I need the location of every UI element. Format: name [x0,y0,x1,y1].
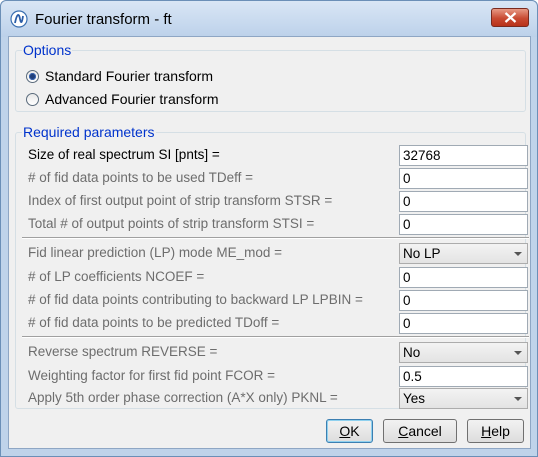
mnemonic-letter: O [339,423,351,439]
param-tdeff-field[interactable]: 0 [399,168,528,189]
param-label: Weighting factor for first fid point FCO… [28,368,275,383]
param-ncoef-field[interactable]: 0 [399,267,528,288]
options-group: Options Standard Fourier transform Advan… [15,42,526,112]
ok-button[interactable]: OK [326,419,373,443]
chevron-down-icon [514,397,522,401]
divider [22,336,529,338]
select-value: No [403,345,421,360]
topspin-app-icon [10,10,28,28]
radio-label: Advanced Fourier transform [45,91,219,107]
param-lpbin-field[interactable]: 0 [399,290,528,311]
options-legend: Options [22,42,73,58]
radio-standard-ft[interactable]: Standard Fourier transform [26,67,213,85]
radio-button[interactable] [26,92,39,106]
window-title: Fourier transform - ft [35,11,172,28]
dialog-window: Fourier transform - ft Options Standard … [0,0,538,457]
param-me-mod-select[interactable]: No LP [399,243,528,264]
param-label: Total # of output points of strip transf… [28,216,315,231]
param-label: Apply 5th order phase correction (A*X on… [28,390,338,405]
required-parameters-group: Required parameters Size of real spectru… [15,124,529,409]
param-tdoff-field[interactable]: 0 [399,313,528,334]
param-fcor-field[interactable]: 0.5 [399,366,528,387]
param-label: Reverse spectrum REVERSE = [28,344,218,359]
mnemonic-letter: H [481,423,492,439]
radio-label: Standard Fourier transform [45,68,214,84]
param-label: # of LP coefficients NCOEF = [28,269,205,284]
close-button[interactable] [491,8,529,27]
param-label: # of fid data points to be predicted TDo… [28,315,280,330]
title-bar[interactable]: Fourier transform - ft [1,1,537,37]
divider [22,237,529,239]
dialog-content: Options Standard Fourier transform Advan… [8,36,531,449]
radio-advanced-ft[interactable]: Advanced Fourier transform [26,90,219,108]
select-value: No LP [403,246,441,261]
mnemonic-letter: C [398,423,409,439]
param-si-field[interactable]: 32768 [399,145,528,166]
param-label: Fid linear prediction (LP) mode ME_mod = [28,245,282,260]
chevron-down-icon [514,351,522,355]
help-button[interactable]: Help [467,419,524,443]
param-label: Index of first output point of strip tra… [28,193,333,208]
param-pknl-select[interactable]: Yes [399,388,528,409]
select-value: Yes [403,391,426,406]
param-reverse-select[interactable]: No [399,342,528,363]
param-stsi-field[interactable]: 0 [399,214,528,235]
chevron-down-icon [514,252,522,256]
required-parameters-legend: Required parameters [22,124,156,140]
param-label: # of fid data points contributing to bac… [28,292,363,307]
close-icon [504,12,517,23]
cancel-button[interactable]: Cancel [383,419,457,443]
param-stsr-field[interactable]: 0 [399,191,528,212]
param-label: Size of real spectrum SI [pnts] = [28,147,220,162]
radio-button[interactable] [26,69,39,83]
param-label: # of fid data points to be used TDeff = [28,170,254,185]
